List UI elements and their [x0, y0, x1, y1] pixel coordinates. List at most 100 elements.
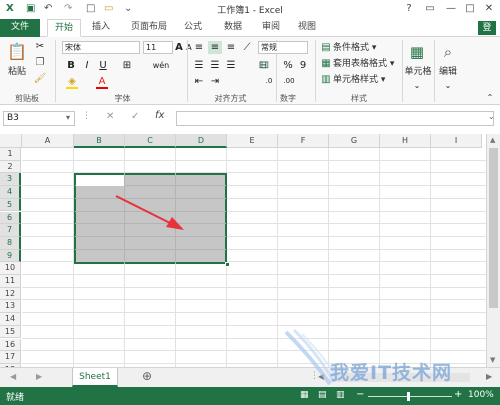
- cells-dropdown-icon[interactable]: ⌄: [410, 79, 424, 92]
- bold-button[interactable]: B: [65, 59, 77, 72]
- row-header-15[interactable]: 15: [0, 325, 21, 339]
- orientation-icon[interactable]: ⟋: [240, 41, 254, 54]
- align-left-icon[interactable]: ☰: [192, 59, 206, 72]
- active-cell[interactable]: [76, 175, 124, 186]
- number-format-select[interactable]: 常规: [258, 41, 308, 54]
- comma-button[interactable]: 9: [298, 59, 308, 72]
- scroll-thumb[interactable]: [489, 148, 498, 308]
- row-header-12[interactable]: 12: [0, 287, 21, 301]
- align-bottom-icon[interactable]: ≡: [224, 41, 238, 54]
- row-header-1[interactable]: 1: [0, 148, 21, 161]
- minimize-button[interactable]: —: [444, 2, 458, 16]
- save-icon[interactable]: ▣: [26, 3, 35, 14]
- decrease-decimal-icon[interactable]: .00: [282, 75, 296, 88]
- customize-icon[interactable]: ⌄: [124, 3, 132, 14]
- row-header-9[interactable]: 9: [0, 249, 21, 263]
- column-header-F[interactable]: F: [278, 134, 329, 148]
- font-name-select[interactable]: 宋体: [62, 41, 140, 54]
- cancel-entry-button[interactable]: ✕: [106, 111, 114, 122]
- row-header-6[interactable]: 6: [0, 211, 21, 225]
- worksheet-grid[interactable]: ABCDEFGHI 123456789101112131415161718: [0, 134, 486, 367]
- zoom-in-button[interactable]: +: [454, 389, 462, 400]
- normal-view-icon[interactable]: ▦: [300, 390, 309, 400]
- select-all-corner[interactable]: [0, 134, 22, 148]
- next-sheet-icon[interactable]: ▶: [36, 372, 42, 381]
- format-as-table-button[interactable]: 套用表格格式 ▾: [333, 57, 401, 71]
- column-header-C[interactable]: C: [125, 134, 176, 148]
- tab-insert[interactable]: 插入: [86, 19, 116, 37]
- column-header-H[interactable]: H: [380, 134, 431, 148]
- decrease-indent-icon[interactable]: ⇤: [192, 75, 206, 88]
- zoom-out-button[interactable]: −: [356, 389, 364, 400]
- paste-button[interactable]: 粘贴: [4, 65, 30, 79]
- column-header-I[interactable]: I: [431, 134, 482, 148]
- row-header-14[interactable]: 14: [0, 313, 21, 326]
- scroll-right-icon[interactable]: ▶: [486, 372, 492, 381]
- align-right-icon[interactable]: ☰: [224, 59, 238, 72]
- row-header-3[interactable]: 3: [0, 173, 21, 187]
- user-badge[interactable]: 登: [478, 21, 496, 35]
- row-header-13[interactable]: 13: [0, 300, 21, 314]
- open-icon[interactable]: ▭: [104, 3, 113, 14]
- tab-home[interactable]: 开始: [47, 19, 81, 37]
- underline-button[interactable]: U: [97, 59, 109, 72]
- expand-formula-bar-icon[interactable]: ⌄: [488, 112, 495, 121]
- tab-review[interactable]: 审阅: [256, 19, 286, 37]
- align-middle-icon[interactable]: ≡: [208, 41, 222, 54]
- currency-icon[interactable]: ⊡: [258, 59, 272, 72]
- row-header-11[interactable]: 11: [0, 275, 21, 288]
- align-top-icon[interactable]: ≡: [192, 41, 206, 54]
- zoom-slider-thumb[interactable]: [407, 392, 410, 401]
- scroll-up-icon[interactable]: ▲: [490, 136, 495, 144]
- sheet-tab-sheet1[interactable]: Sheet1: [72, 368, 118, 387]
- row-header-16[interactable]: 16: [0, 338, 21, 352]
- name-box-dropdown-icon[interactable]: ▾: [66, 113, 70, 122]
- redo-icon[interactable]: ↷: [64, 3, 72, 14]
- ribbon-options-button[interactable]: ▭: [423, 2, 437, 16]
- italic-button[interactable]: I: [81, 59, 93, 72]
- paste-icon[interactable]: 📋: [6, 41, 28, 63]
- close-button[interactable]: ✕: [482, 2, 496, 16]
- add-sheet-button[interactable]: ⊕: [142, 369, 152, 383]
- zoom-level[interactable]: 100%: [468, 390, 494, 400]
- undo-icon[interactable]: ↶: [44, 3, 52, 14]
- fill-handle[interactable]: [225, 262, 230, 267]
- new-file-icon[interactable]: □: [86, 3, 95, 14]
- borders-icon[interactable]: ⊞: [120, 59, 134, 72]
- scroll-down-icon[interactable]: ▼: [490, 356, 495, 364]
- row-header-17[interactable]: 17: [0, 351, 21, 364]
- collapse-ribbon-icon[interactable]: ⌃: [484, 91, 496, 104]
- tab-formulas[interactable]: 公式: [178, 19, 208, 37]
- zoom-slider[interactable]: [368, 396, 452, 397]
- increase-decimal-icon[interactable]: .0: [262, 75, 276, 88]
- conditional-format-button[interactable]: 条件格式 ▾: [333, 41, 395, 55]
- align-center-icon[interactable]: ☰: [208, 59, 222, 72]
- help-button[interactable]: ?: [402, 2, 416, 16]
- vertical-scrollbar[interactable]: ▲ ▼: [486, 134, 500, 367]
- name-box[interactable]: B3: [3, 111, 75, 126]
- confirm-entry-button[interactable]: ✓: [131, 111, 139, 122]
- row-header-8[interactable]: 8: [0, 236, 21, 250]
- tab-page-layout[interactable]: 页面布局: [124, 19, 174, 37]
- percent-button[interactable]: %: [282, 59, 294, 72]
- cell-styles-button[interactable]: 单元格样式 ▾: [333, 73, 395, 87]
- page-layout-view-icon[interactable]: ▤: [318, 390, 327, 400]
- page-break-view-icon[interactable]: ▥: [336, 390, 345, 400]
- format-painter-icon[interactable]: 🖌: [33, 72, 47, 85]
- formula-input[interactable]: [176, 111, 494, 126]
- editing-dropdown-icon[interactable]: ⌄: [441, 79, 455, 92]
- column-header-A[interactable]: A: [22, 134, 74, 148]
- row-header-7[interactable]: 7: [0, 224, 21, 237]
- row-header-5[interactable]: 5: [0, 198, 21, 212]
- column-header-E[interactable]: E: [227, 134, 278, 148]
- column-header-G[interactable]: G: [329, 134, 380, 148]
- row-header-10[interactable]: 10: [0, 262, 21, 275]
- increase-indent-icon[interactable]: ⇥: [208, 75, 222, 88]
- row-header-2[interactable]: 2: [0, 160, 21, 174]
- find-icon[interactable]: ⌕: [437, 41, 459, 63]
- cells-icon[interactable]: ▦: [406, 41, 428, 63]
- insert-function-button[interactable]: fx: [155, 110, 164, 121]
- tab-file[interactable]: 文件: [0, 19, 40, 37]
- column-header-B[interactable]: B: [74, 134, 125, 148]
- prev-sheet-icon[interactable]: ◀: [10, 372, 16, 381]
